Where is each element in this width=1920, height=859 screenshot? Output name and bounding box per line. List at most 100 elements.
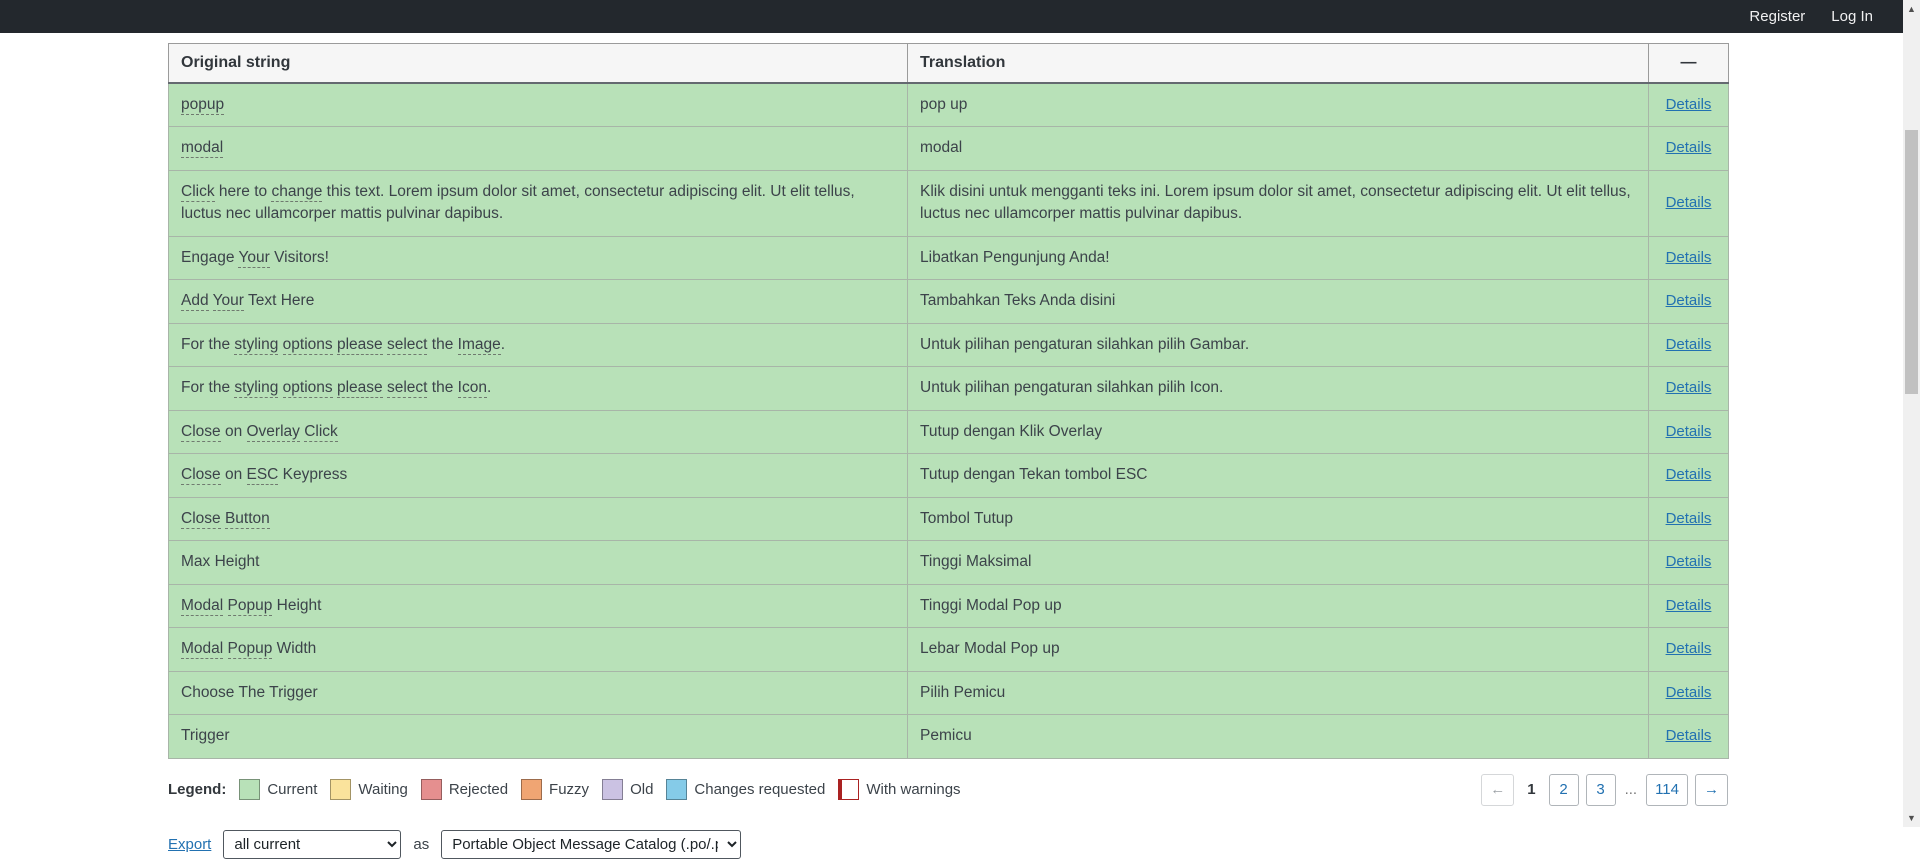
translation-cell: Untuk pilihan pengaturan silahkan pilih … <box>908 323 1649 366</box>
table-row: TriggerPemicuDetails <box>169 715 1729 758</box>
actions-cell: Details <box>1649 541 1729 584</box>
actions-cell: Details <box>1649 410 1729 453</box>
pagination-prev-button[interactable]: ← <box>1481 774 1514 806</box>
legend-color-swatch <box>330 779 351 800</box>
original-string-cell: Close on ESC Keypress <box>169 454 908 497</box>
glossary-term[interactable]: options <box>283 379 333 398</box>
export-format-select[interactable]: Portable Object Message Catalog (.po/.po… <box>441 830 741 859</box>
table-row: popuppop upDetails <box>169 83 1729 127</box>
details-link[interactable]: Details <box>1666 379 1712 396</box>
table-row: modalmodalDetails <box>169 127 1729 170</box>
pagination-current-page: 1 <box>1521 781 1541 798</box>
glossary-term[interactable]: styling <box>234 336 278 355</box>
legend-item: With warnings <box>838 779 960 800</box>
glossary-term[interactable]: Modal <box>181 597 223 616</box>
glossary-term[interactable]: Close <box>181 466 221 485</box>
glossary-term[interactable]: styling <box>234 379 278 398</box>
pagination-page-2-button[interactable]: 2 <box>1549 774 1579 806</box>
details-link[interactable]: Details <box>1666 423 1712 440</box>
table-row: Add Your Text HereTambahkan Teks Anda di… <box>169 280 1729 323</box>
column-header-actions: — <box>1649 44 1729 84</box>
table-row: Modal Popup WidthLebar Modal Pop upDetai… <box>169 628 1729 671</box>
register-link[interactable]: Register <box>1749 8 1805 25</box>
glossary-term[interactable]: options <box>283 336 333 355</box>
glossary-term[interactable]: Popup <box>228 597 273 616</box>
legend: Legend: CurrentWaitingRejectedFuzzyOldCh… <box>168 779 961 800</box>
export-link[interactable]: Export <box>168 836 211 853</box>
glossary-term[interactable]: change <box>271 183 322 202</box>
actions-cell: Details <box>1649 454 1729 497</box>
glossary-term[interactable]: please <box>337 379 383 398</box>
glossary-term[interactable]: select <box>387 379 428 398</box>
legend-label: Legend: <box>168 781 226 798</box>
scrollbar-down-arrow-icon[interactable]: ▼ <box>1903 810 1920 826</box>
table-row: For the styling options please select th… <box>169 323 1729 366</box>
translation-cell: Pemicu <box>908 715 1649 758</box>
glossary-term[interactable]: Popup <box>228 640 273 659</box>
details-link[interactable]: Details <box>1666 553 1712 570</box>
actions-cell: Details <box>1649 628 1729 671</box>
details-link[interactable]: Details <box>1666 640 1712 657</box>
original-string-text: Engage <box>181 249 238 266</box>
login-link[interactable]: Log In <box>1831 8 1873 25</box>
details-link[interactable]: Details <box>1666 684 1712 701</box>
scrollbar-up-arrow-icon[interactable]: ▲ <box>1903 1 1920 17</box>
glossary-term[interactable]: popup <box>181 96 224 115</box>
details-link[interactable]: Details <box>1666 292 1712 309</box>
details-link[interactable]: Details <box>1666 139 1712 156</box>
original-string-text: . <box>501 336 505 353</box>
legend-item: Old <box>602 779 653 800</box>
original-string-text: on <box>221 423 247 440</box>
glossary-term[interactable]: Button <box>225 510 270 529</box>
glossary-term[interactable]: please <box>337 336 383 355</box>
legend-item-label: Waiting <box>358 781 407 798</box>
glossary-term[interactable]: Click <box>181 183 215 202</box>
details-link[interactable]: Details <box>1666 597 1712 614</box>
pagination-next-button[interactable]: → <box>1695 774 1728 806</box>
original-string-text: Max Height <box>181 553 259 570</box>
details-link[interactable]: Details <box>1666 727 1712 744</box>
details-link[interactable]: Details <box>1666 96 1712 113</box>
details-link[interactable]: Details <box>1666 510 1712 527</box>
original-string-text: the <box>427 336 457 353</box>
column-header-original: Original string <box>169 44 908 84</box>
pagination: ← 1 2 3 ... 114 → <box>1481 774 1728 806</box>
pagination-page-3-button[interactable]: 3 <box>1586 774 1616 806</box>
glossary-term[interactable]: Add <box>181 292 209 311</box>
scrollbar-thumb[interactable] <box>1905 130 1918 394</box>
glossary-term[interactable]: Close <box>181 423 221 442</box>
column-header-translation: Translation <box>908 44 1649 84</box>
details-link[interactable]: Details <box>1666 466 1712 483</box>
details-link[interactable]: Details <box>1666 194 1712 211</box>
details-link[interactable]: Details <box>1666 249 1712 266</box>
glossary-term[interactable]: Icon <box>458 379 487 398</box>
legend-color-swatch <box>666 779 687 800</box>
legend-item: Rejected <box>421 779 508 800</box>
translation-cell: Tinggi Maksimal <box>908 541 1649 584</box>
glossary-term[interactable]: Image <box>458 336 501 355</box>
actions-cell: Details <box>1649 497 1729 540</box>
glossary-term[interactable]: ESC <box>247 466 279 485</box>
legend-item-label: Current <box>267 781 317 798</box>
legend-color-swatch <box>521 779 542 800</box>
glossary-term[interactable]: Close <box>181 510 221 529</box>
details-link[interactable]: Details <box>1666 336 1712 353</box>
glossary-term[interactable]: Modal <box>181 640 223 659</box>
actions-cell: Details <box>1649 584 1729 627</box>
glossary-term[interactable]: Overlay <box>247 423 300 442</box>
table-row: Engage Your Visitors!Libatkan Pengunjung… <box>169 236 1729 279</box>
legend-color-swatch <box>602 779 623 800</box>
glossary-term[interactable]: modal <box>181 139 223 158</box>
glossary-term[interactable]: Click <box>304 423 338 442</box>
legend-item: Current <box>239 779 317 800</box>
glossary-term[interactable]: select <box>387 336 428 355</box>
browser-scrollbar[interactable]: ▲ ▼ <box>1903 0 1920 827</box>
table-row: Choose The TriggerPilih PemicuDetails <box>169 671 1729 714</box>
original-string-text: on <box>221 466 247 483</box>
original-string-text: the <box>427 379 457 396</box>
glossary-term[interactable]: Your <box>238 249 269 268</box>
pagination-last-page-button[interactable]: 114 <box>1646 774 1688 806</box>
export-filter-select[interactable]: all current <box>223 830 401 859</box>
table-row: Max Height Tinggi Maksimal Details <box>169 541 1729 584</box>
glossary-term[interactable]: Your <box>213 292 244 311</box>
